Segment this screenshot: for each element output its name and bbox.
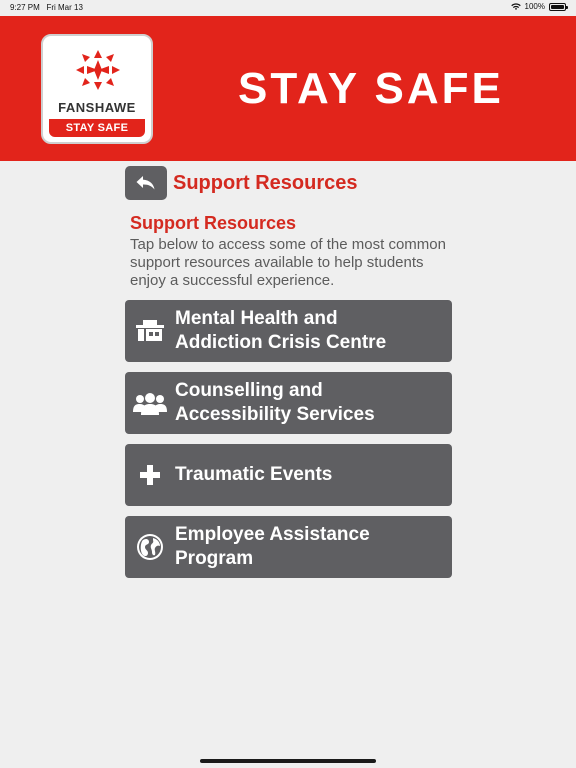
page-title: Support Resources — [173, 171, 358, 194]
globe-icon — [125, 516, 175, 578]
back-button[interactable] — [125, 166, 167, 200]
wifi-icon — [510, 2, 521, 10]
people-icon — [125, 372, 175, 434]
status-time-date: 9:27 PM Fri Mar 13 — [10, 3, 83, 12]
fanshawe-logo-mark-icon — [76, 50, 120, 90]
resource-label: Traumatic Events — [175, 464, 333, 485]
logo-wordmark: FANSHAWE — [58, 100, 136, 115]
back-arrow-icon — [136, 176, 155, 190]
status-indicators: 100% — [510, 2, 568, 11]
app-logo: FANSHAWE STAY SAFE — [41, 34, 153, 144]
battery-percent: 100% — [524, 2, 545, 11]
plus-icon — [125, 444, 175, 506]
resource-button-employee-assistance[interactable]: Employee Assistance Program — [125, 516, 452, 578]
app-banner: FANSHAWE STAY SAFE STAY SAFE — [0, 16, 576, 161]
resource-button-traumatic-events[interactable]: Traumatic Events — [125, 444, 452, 506]
battery-icon — [549, 2, 568, 11]
resource-label: Mental Health and Addiction Crisis Centr… — [175, 308, 387, 353]
logo-subtitle: STAY SAFE — [49, 119, 145, 137]
resource-label: Counselling and Accessibility Services — [175, 380, 375, 425]
page-header: Support Resources — [125, 166, 357, 200]
resource-button-counselling[interactable]: Counselling and Accessibility Services — [125, 372, 452, 434]
resource-label: Employee Assistance Program — [175, 524, 370, 569]
home-indicator[interactable] — [200, 759, 376, 763]
status-bar: 9:27 PM Fri Mar 13 100% — [0, 0, 576, 16]
section-title: Support Resources — [130, 213, 297, 233]
section-description: Tap below to access some of the most com… — [130, 236, 446, 289]
resource-button-mental-health[interactable]: Mental Health and Addiction Crisis Centr… — [125, 300, 452, 362]
banner-title: STAY SAFE — [238, 64, 504, 113]
building-icon — [125, 300, 175, 362]
